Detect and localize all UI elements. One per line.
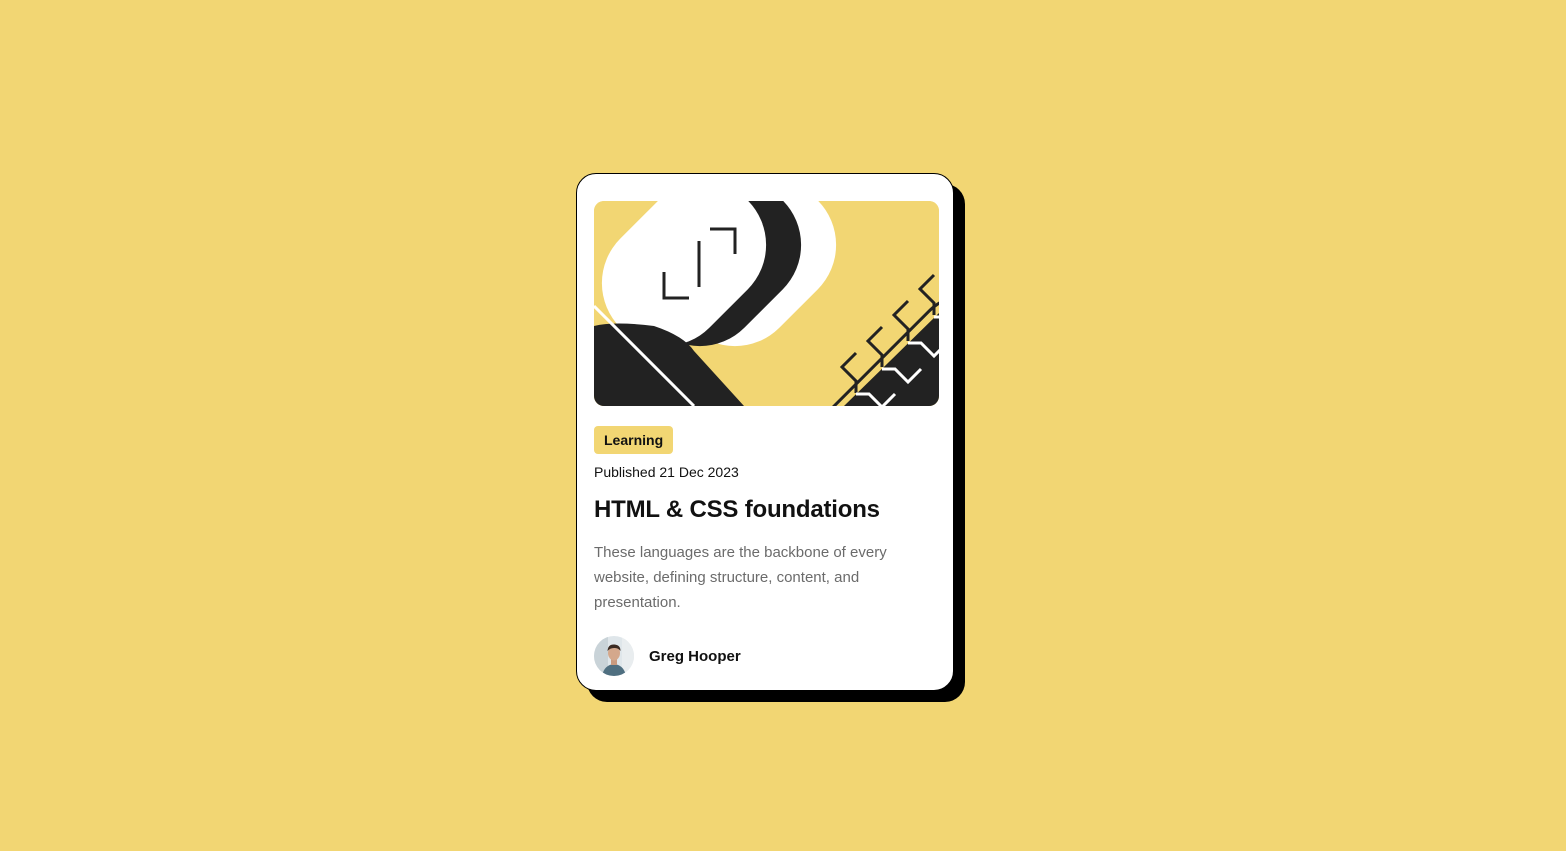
code-illustration-icon [594,201,939,406]
category-tag: Learning [594,426,674,454]
avatar [594,636,634,676]
author-name: Greg Hooper [649,647,741,665]
author: Greg Hooper [594,636,741,676]
card-description: These languages are the backbone of ever… [594,544,887,611]
card-title[interactable]: HTML & CSS foundations [594,496,880,524]
blog-preview-card: Learning Published 21 Dec 2023 HTML & CS… [576,173,954,691]
published-date: Published 21 Dec 2023 [594,464,739,480]
illustration-image [594,201,939,406]
